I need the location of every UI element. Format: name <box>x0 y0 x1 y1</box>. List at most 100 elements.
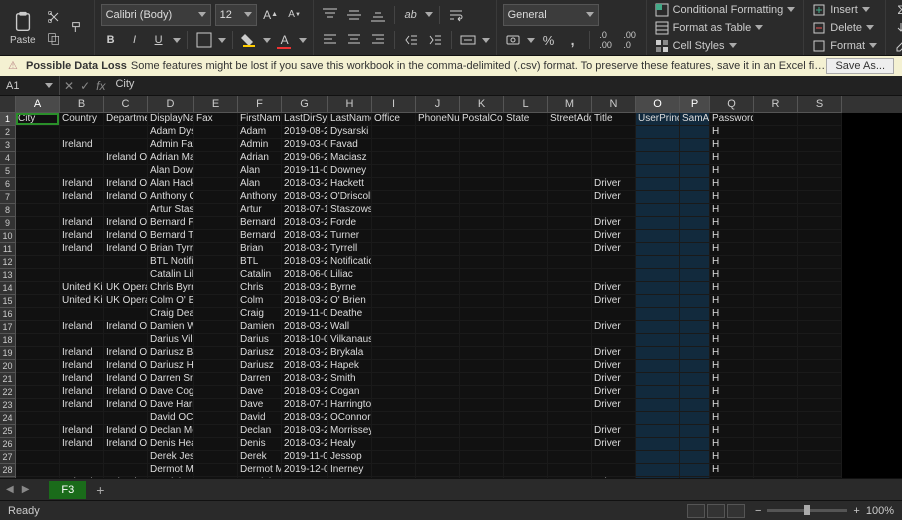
cell[interactable]: Dave <box>238 386 282 399</box>
cell[interactable] <box>460 386 504 399</box>
cell[interactable] <box>16 217 60 230</box>
cell[interactable] <box>372 243 416 256</box>
cell[interactable]: Tyrrell <box>328 243 372 256</box>
cell[interactable] <box>416 269 460 282</box>
cell[interactable]: Driver <box>592 399 636 412</box>
cell[interactable] <box>104 334 148 347</box>
cell[interactable]: H <box>710 243 754 256</box>
insert-button[interactable]: Insert <box>810 2 879 18</box>
cell[interactable]: Driver <box>592 373 636 386</box>
cell[interactable] <box>504 139 548 152</box>
cell[interactable]: H <box>710 451 754 464</box>
cell[interactable] <box>16 412 60 425</box>
cell[interactable] <box>372 139 416 152</box>
cell[interactable]: H <box>710 360 754 373</box>
cell[interactable]: Dave Cogan <box>148 386 194 399</box>
col-header-A[interactable]: A <box>16 96 60 113</box>
cell[interactable]: Ireland <box>60 347 104 360</box>
cell[interactable] <box>194 464 238 477</box>
cell[interactable] <box>798 204 842 217</box>
cell[interactable]: Ireland Oper <box>104 230 148 243</box>
cell[interactable]: Bernard <box>238 217 282 230</box>
cell[interactable] <box>60 464 104 477</box>
sheet-tab[interactable]: F3 <box>49 481 86 499</box>
cell[interactable]: Damien <box>238 321 282 334</box>
row-header[interactable]: 25 <box>0 425 16 438</box>
cell[interactable]: PhoneNumber <box>416 113 460 126</box>
cell[interactable] <box>680 126 710 139</box>
cell[interactable] <box>504 165 548 178</box>
cell[interactable]: 2019-12-04 0 <box>282 464 328 477</box>
merge-button[interactable] <box>458 30 478 50</box>
cell[interactable] <box>680 308 710 321</box>
cell[interactable] <box>680 256 710 269</box>
cell[interactable]: Byrne <box>328 282 372 295</box>
increase-font-button[interactable]: A▲ <box>261 5 281 25</box>
cell[interactable]: Brykala <box>328 347 372 360</box>
cell[interactable] <box>636 152 680 165</box>
cell[interactable] <box>636 126 680 139</box>
cell[interactable] <box>680 139 710 152</box>
cell[interactable] <box>194 230 238 243</box>
col-header-P[interactable]: P <box>680 96 710 113</box>
cell[interactable] <box>194 191 238 204</box>
cell[interactable] <box>16 477 60 478</box>
cell[interactable] <box>680 152 710 165</box>
cell[interactable]: Adrian <box>238 152 282 165</box>
cell[interactable] <box>416 256 460 269</box>
cell[interactable] <box>680 464 710 477</box>
cell[interactable] <box>592 165 636 178</box>
accept-formula-button[interactable]: ✓ <box>80 79 90 93</box>
cell[interactable]: Ireland <box>60 399 104 412</box>
cell[interactable]: Dariusz <box>238 347 282 360</box>
cell[interactable]: H <box>710 386 754 399</box>
column-headers[interactable]: ABCDEFGHIJKLMNOPQRS <box>16 96 902 113</box>
cell[interactable] <box>754 425 798 438</box>
cell[interactable]: 2018-03-28 1 <box>282 243 328 256</box>
cell[interactable] <box>416 165 460 178</box>
underline-button[interactable]: U <box>149 30 169 50</box>
cell[interactable]: 2018-03-22 0 <box>282 360 328 373</box>
cell[interactable] <box>754 126 798 139</box>
cell[interactable] <box>504 126 548 139</box>
cell[interactable] <box>194 399 238 412</box>
cell[interactable] <box>460 126 504 139</box>
cell[interactable] <box>104 126 148 139</box>
cell[interactable] <box>194 360 238 373</box>
cell[interactable]: Driver <box>592 347 636 360</box>
cell[interactable]: Ireland <box>60 139 104 152</box>
row-header[interactable]: 2 <box>0 126 16 139</box>
cell[interactable]: H <box>710 425 754 438</box>
cell[interactable]: H <box>710 321 754 334</box>
align-left-button[interactable] <box>320 30 340 50</box>
cell[interactable] <box>460 243 504 256</box>
cell[interactable]: Alan Hackett <box>148 178 194 191</box>
font-color-button[interactable]: A <box>275 30 295 50</box>
cell[interactable] <box>548 178 592 191</box>
cell[interactable] <box>416 477 460 478</box>
cell[interactable]: Alan <box>238 178 282 191</box>
cell[interactable]: 2019-11-08 0 <box>282 451 328 464</box>
cell[interactable] <box>460 334 504 347</box>
cell[interactable] <box>680 347 710 360</box>
cell[interactable]: Ireland <box>60 425 104 438</box>
cell[interactable]: Catalin Liliac <box>148 269 194 282</box>
spreadsheet-grid[interactable]: ABCDEFGHIJKLMNOPQRS 12345678910111213141… <box>0 96 902 478</box>
cell[interactable] <box>372 334 416 347</box>
cell[interactable]: H <box>710 230 754 243</box>
cell[interactable] <box>680 438 710 451</box>
cell[interactable]: Adam Dysarski <box>148 126 194 139</box>
cell[interactable]: Adrian Maciasz <box>148 152 194 165</box>
cell[interactable] <box>416 412 460 425</box>
cut-button[interactable] <box>44 7 64 27</box>
cell[interactable] <box>592 256 636 269</box>
align-center-button[interactable] <box>344 30 364 50</box>
cell[interactable] <box>798 243 842 256</box>
cell[interactable] <box>798 295 842 308</box>
cell[interactable] <box>460 399 504 412</box>
cell[interactable] <box>416 464 460 477</box>
cell[interactable]: H <box>710 282 754 295</box>
row-header[interactable]: 11 <box>0 243 16 256</box>
col-header-N[interactable]: N <box>592 96 636 113</box>
cell[interactable] <box>104 464 148 477</box>
